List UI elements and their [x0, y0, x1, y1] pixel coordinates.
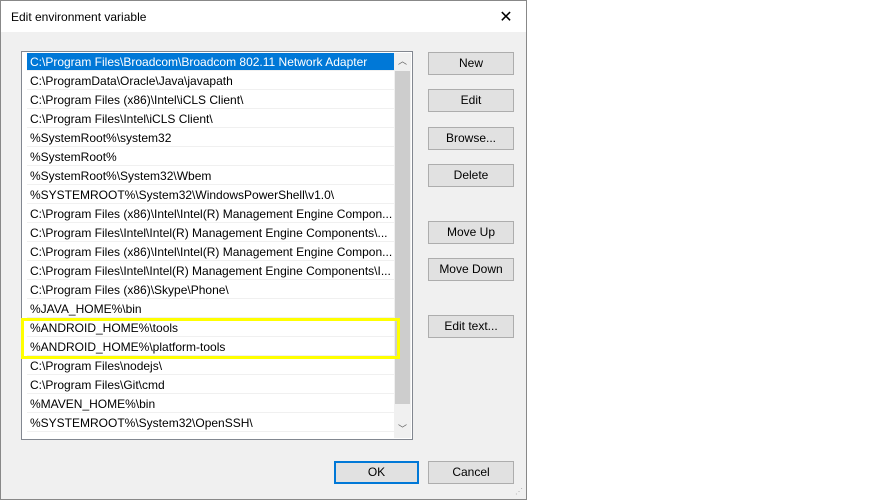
path-list-item[interactable]: C:\Program Files\Git\cmd — [27, 376, 395, 394]
path-list-item[interactable]: %SYSTEMROOT%\System32\WindowsPowerShell\… — [27, 186, 395, 204]
vertical-scrollbar[interactable]: ︿ ﹀ — [394, 53, 411, 438]
path-list-item[interactable]: C:\Program Files (x86)\Skype\Phone\ — [27, 281, 395, 299]
path-list-item[interactable]: %SYSTEMROOT%\System32\OpenSSH\ — [27, 414, 395, 432]
new-button[interactable]: New — [428, 52, 514, 75]
dialog-title: Edit environment variable — [11, 10, 147, 24]
edit-text-button[interactable]: Edit text... — [428, 315, 514, 338]
move-down-button[interactable]: Move Down — [428, 258, 514, 281]
path-list-item-partial[interactable] — [27, 433, 395, 439]
path-list-item[interactable]: C:\Program Files (x86)\Intel\iCLS Client… — [27, 91, 395, 109]
scroll-down-icon[interactable]: ﹀ — [394, 421, 411, 438]
path-list-item[interactable]: C:\Program Files\Intel\iCLS Client\ — [27, 110, 395, 128]
path-list-item[interactable]: %SystemRoot%\System32\Wbem — [27, 167, 395, 185]
scrollbar-thumb[interactable] — [395, 71, 410, 404]
path-list-item[interactable]: %ANDROID_HOME%\platform-tools — [27, 338, 395, 356]
move-up-button[interactable]: Move Up — [428, 221, 514, 244]
path-list-item[interactable]: %JAVA_HOME%\bin — [27, 300, 395, 318]
cancel-button[interactable]: Cancel — [428, 461, 514, 484]
path-list-item[interactable]: C:\Program Files (x86)\Intel\Intel(R) Ma… — [27, 243, 395, 261]
browse-button[interactable]: Browse... — [428, 127, 514, 150]
path-list-item[interactable]: %MAVEN_HOME%\bin — [27, 395, 395, 413]
path-list-item[interactable]: C:\Program Files\nodejs\ — [27, 357, 395, 375]
path-list-item[interactable]: C:\Program Files (x86)\Intel\Intel(R) Ma… — [27, 205, 395, 223]
path-list-item[interactable]: %SystemRoot% — [27, 148, 395, 166]
path-list-item[interactable]: %ANDROID_HOME%\tools — [27, 319, 395, 337]
path-list[interactable]: %SYSTEMROOT%\System32\OpenSSH\ %MAVEN_HOM… — [21, 51, 413, 440]
delete-button[interactable]: Delete — [428, 164, 514, 187]
scroll-up-icon[interactable]: ︿ — [394, 53, 411, 70]
edit-environment-variable-dialog: Edit environment variable ✕ %SYSTEMROOT%… — [0, 0, 527, 500]
path-list-item[interactable]: C:\Program Files\Intel\Intel(R) Manageme… — [27, 224, 395, 242]
path-list-item[interactable]: %SystemRoot%\system32 — [27, 129, 395, 147]
path-list-item[interactable]: C:\Program Files\Intel\Intel(R) Manageme… — [27, 262, 395, 280]
edit-button[interactable]: Edit — [428, 89, 514, 112]
ok-button[interactable]: OK — [334, 461, 419, 484]
resize-grip-icon[interactable]: ⋰ — [515, 487, 523, 496]
path-list-item[interactable]: C:\Program Files\Broadcom\Broadcom 802.1… — [27, 53, 395, 71]
path-list-item[interactable]: C:\ProgramData\Oracle\Java\javapath — [27, 72, 395, 90]
close-icon[interactable]: ✕ — [486, 1, 526, 32]
title-bar: Edit environment variable ✕ — [1, 1, 526, 32]
